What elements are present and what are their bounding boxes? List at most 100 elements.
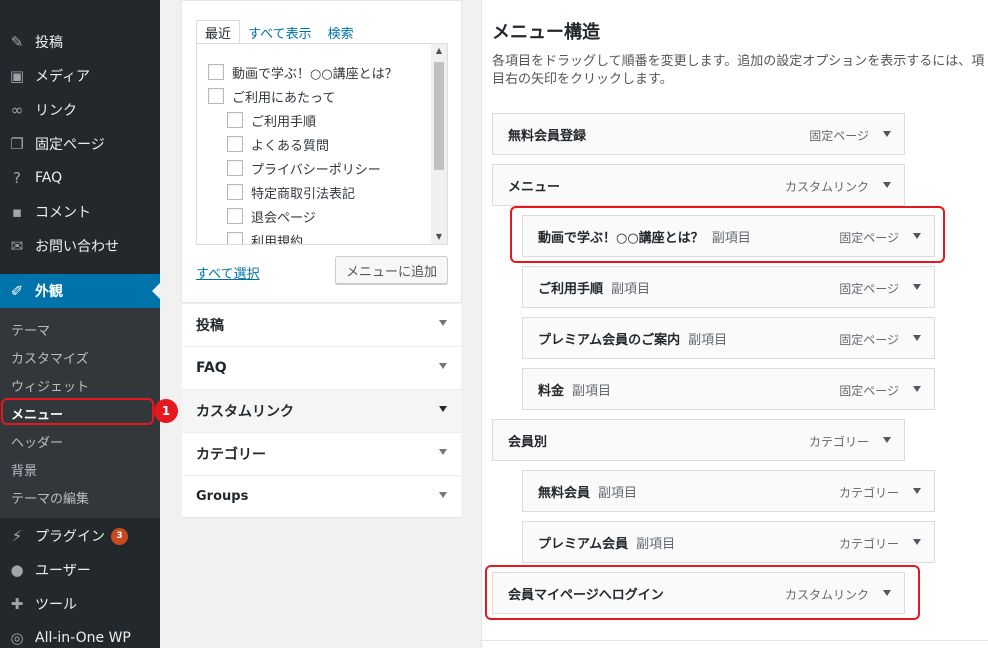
sidebar-item-plugins[interactable]: ⚡ プラグイン 3	[0, 519, 160, 553]
checkbox[interactable]	[227, 208, 243, 224]
section-groups[interactable]: Groups	[182, 475, 461, 518]
page-checklist-item[interactable]: 特定商取引法表記	[227, 182, 355, 202]
menu-item[interactable]: プレミアム会員のご案内 副項目 固定ページ	[522, 317, 935, 359]
chevron-down-icon[interactable]	[883, 182, 891, 188]
sidebar-item-label: コメント	[35, 205, 91, 221]
menu-item-title: 料金	[538, 383, 565, 399]
chevron-down-icon[interactable]	[913, 233, 921, 239]
user-icon: ●	[10, 561, 24, 579]
page-checklist-item[interactable]: よくある質問	[227, 134, 329, 154]
sidebar-item-tools[interactable]: ✚ ツール	[0, 587, 160, 621]
chevron-down-icon[interactable]	[913, 488, 921, 494]
menu-item-subitem-label: 副項目	[572, 383, 612, 399]
scroll-down-icon[interactable]: ▼	[431, 230, 447, 244]
chevron-down-icon[interactable]	[883, 590, 891, 596]
checkbox[interactable]	[227, 232, 243, 244]
section-label: カテゴリー	[196, 447, 266, 463]
section-faq[interactable]: FAQ	[182, 346, 461, 389]
checkbox[interactable]	[227, 136, 243, 152]
checkbox[interactable]	[227, 184, 243, 200]
chevron-down-icon	[439, 449, 447, 455]
sidebar-item-pages[interactable]: ❐ 固定ページ	[0, 127, 160, 161]
sidebar-item-users[interactable]: ● ユーザー	[0, 553, 160, 587]
menu-item[interactable]: 料金 副項目 固定ページ	[522, 368, 935, 410]
menu-item[interactable]: 会員マイページへログイン カスタムリンク	[492, 572, 905, 614]
checkbox[interactable]	[208, 88, 224, 104]
menu-item[interactable]: 動画で学ぶ！○○講座とは？ 副項目 固定ページ	[522, 215, 935, 257]
sidebar-item-cut[interactable]	[0, 0, 160, 20]
chevron-down-icon[interactable]	[913, 335, 921, 341]
tab-search[interactable]: 検索	[320, 20, 362, 44]
submenu-item-header[interactable]: ヘッダー	[0, 427, 160, 455]
link-icon: ∞	[10, 101, 24, 119]
chevron-down-icon[interactable]	[913, 539, 921, 545]
section-posts[interactable]: 投稿	[182, 303, 461, 346]
sidebar-item-contact[interactable]: ✉ お問い合わせ	[0, 229, 160, 263]
chevron-down-icon[interactable]	[883, 131, 891, 137]
menu-item[interactable]: 無料会員登録 固定ページ	[492, 113, 905, 155]
chevron-down-icon[interactable]	[913, 386, 921, 392]
sidebar-item-links[interactable]: ∞ リンク	[0, 93, 160, 127]
menu-item[interactable]: ご利用手順 副項目 固定ページ	[522, 266, 935, 308]
checkbox[interactable]	[208, 64, 224, 80]
page-label: よくある質問	[251, 138, 330, 154]
section-custom-links[interactable]: カスタムリンク	[182, 389, 461, 432]
page-label: プライバシーポリシー	[251, 162, 381, 178]
section-categories[interactable]: カテゴリー	[182, 432, 461, 475]
menu-item[interactable]: メニュー カスタムリンク	[492, 164, 905, 206]
page-checklist-item[interactable]: 退会ページ	[227, 206, 316, 226]
sidebar-item-comments[interactable]: ▪ コメント	[0, 195, 160, 229]
submenu-item-theme-editor[interactable]: テーマの編集	[0, 483, 160, 511]
sidebar-item-label: 投稿	[35, 35, 63, 51]
mail-icon: ✉	[10, 237, 24, 255]
menu-item-title: プレミアム会員	[538, 536, 629, 552]
sidebar-item-faq[interactable]: ? FAQ	[0, 161, 160, 195]
add-to-menu-button[interactable]: メニューに追加	[335, 256, 449, 284]
submenu-item-menus[interactable]: メニュー	[0, 399, 160, 427]
menu-item-type: カスタムリンク	[784, 588, 869, 602]
chevron-down-icon	[439, 492, 447, 498]
page-label: 特定商取引法表記	[251, 186, 356, 202]
page-checklist-item[interactable]: 動画で学ぶ！○○講座とは？	[208, 62, 398, 82]
menu-item-type: 固定ページ	[839, 333, 899, 347]
chevron-down-icon[interactable]	[913, 284, 921, 290]
checkbox[interactable]	[227, 160, 243, 176]
menu-item-subitem-label: 副項目	[611, 281, 651, 297]
scroll-thumb[interactable]	[434, 62, 444, 170]
submenu-item-themes[interactable]: テーマ	[0, 315, 160, 343]
page-checklist-item[interactable]: プライバシーポリシー	[227, 158, 381, 178]
list-scrollbar[interactable]: ▲ ▼	[431, 44, 447, 244]
sidebar-item-posts[interactable]: ✎ 投稿	[0, 25, 160, 59]
submenu-item-customize[interactable]: カスタマイズ	[0, 343, 160, 371]
menu-item-subitem-label: 副項目	[636, 536, 676, 552]
menu-item-title: 会員マイページへログイン	[508, 587, 664, 603]
tab-recent[interactable]: 最近	[196, 20, 241, 44]
scroll-up-icon[interactable]: ▲	[431, 44, 447, 58]
sidebar-item-label: ユーザー	[35, 563, 91, 579]
menu-item[interactable]: 会員別 カテゴリー	[492, 419, 905, 461]
menu-item[interactable]: 無料会員 副項目 カテゴリー	[522, 470, 935, 512]
select-all-link[interactable]: すべて選択	[196, 263, 260, 282]
page-checklist-item[interactable]: 利用規約	[227, 230, 303, 244]
submenu-item-background[interactable]: 背景	[0, 455, 160, 483]
appearance-submenu: テーマ カスタマイズ ウィジェット メニュー ヘッダー 背景 テーマの編集	[0, 308, 160, 518]
menu-item-title: 無料会員	[538, 485, 591, 501]
menu-item[interactable]: プレミアム会員 副項目 カテゴリー	[522, 521, 935, 563]
submenu-item-widgets[interactable]: ウィジェット	[0, 371, 160, 399]
menu-item-title: 会員別	[508, 434, 548, 450]
page-label: 退会ページ	[251, 210, 316, 226]
menu-item-subitem-label: 副項目	[598, 485, 638, 501]
all-in-one-wp-icon: ◎	[10, 629, 24, 647]
checkbox[interactable]	[227, 112, 243, 128]
sidebar-item-label: All-in-One WP	[35, 630, 131, 646]
help-icon: ?	[13, 169, 21, 187]
media-icon: ▣	[9, 67, 25, 85]
sidebar-item-all-in-one-wp[interactable]: ◎ All-in-One WP	[0, 621, 160, 648]
tab-view-all[interactable]: すべて表示	[240, 20, 320, 44]
page-checklist-item[interactable]: ご利用にあたって	[208, 86, 335, 106]
page-checklist-item[interactable]: ご利用手順	[227, 110, 316, 130]
sidebar-item-media[interactable]: ▣ メディア	[0, 59, 160, 93]
sidebar-item-label: 固定ページ	[35, 137, 105, 153]
chevron-down-icon[interactable]	[883, 437, 891, 443]
sidebar-item-appearance[interactable]: ✐ 外観	[0, 274, 160, 308]
